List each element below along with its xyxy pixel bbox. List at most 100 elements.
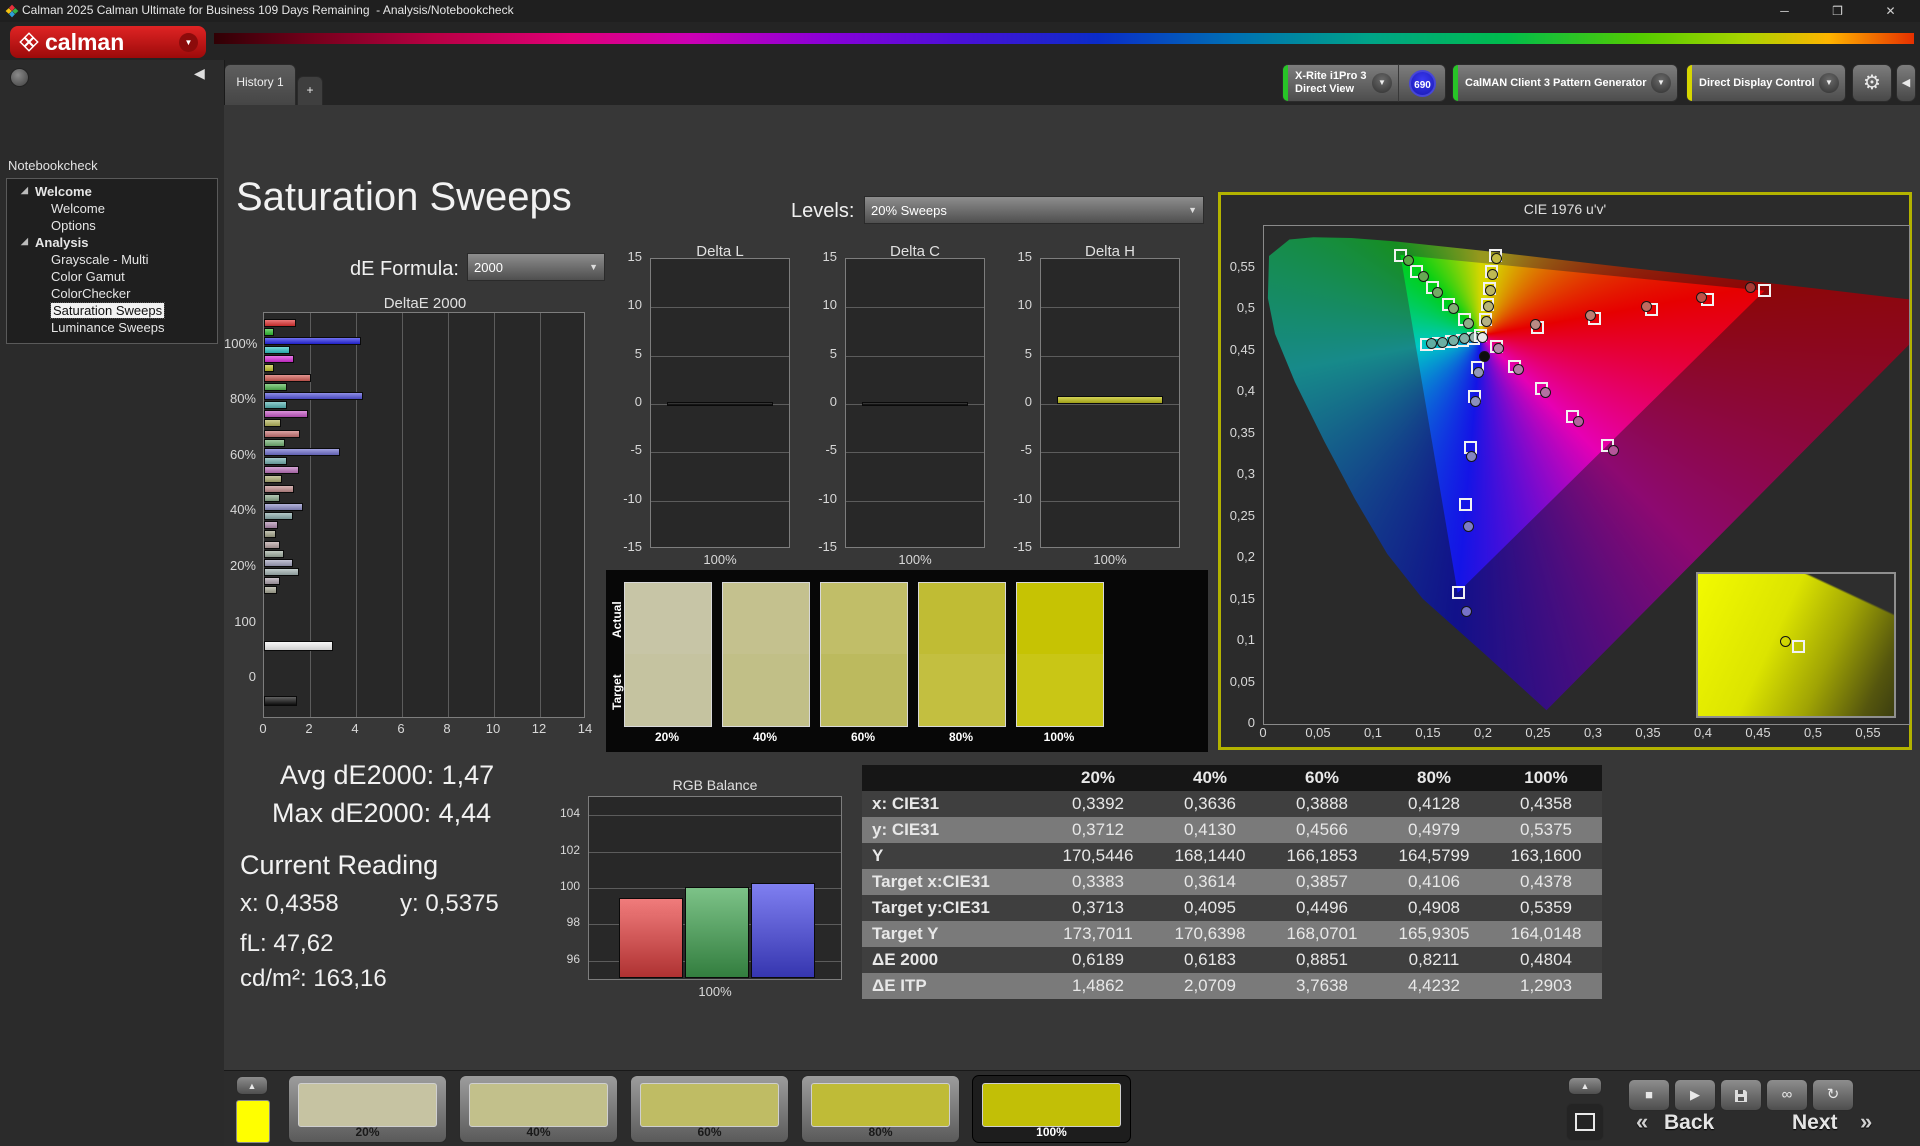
y-tick-label: -5 (612, 442, 642, 457)
tree-node-options[interactable]: Options (7, 217, 217, 234)
swatch-level-label: 100% (1016, 730, 1102, 744)
pattern-label: 100% (973, 1125, 1130, 1139)
gridline (846, 356, 984, 357)
calman-logo-menu[interactable]: calman ▼ (10, 26, 206, 58)
app-icon (5, 4, 19, 18)
pattern-button-60%[interactable]: 60% (630, 1075, 789, 1143)
tree-node-luminance-sweeps[interactable]: Luminance Sweeps (7, 319, 217, 336)
x-tick-label: 0,35 (1630, 725, 1666, 740)
history-tab-label: History 1 (236, 75, 283, 89)
display-control-dropdown[interactable]: Direct Display Control ▼ (1686, 64, 1846, 102)
row-label: y: CIE31 (862, 817, 1042, 843)
column-header (862, 765, 1042, 791)
y-tick-label: 0 (612, 394, 642, 409)
meter-status-stripe (1283, 65, 1288, 101)
sidebar-collapse-icon[interactable]: ◀ (194, 65, 205, 82)
link-button[interactable]: ∞ (1766, 1079, 1808, 1111)
refresh-button[interactable]: ↻ (1812, 1079, 1854, 1111)
meter-dropdown[interactable]: X-Rite i1Pro 3 Direct View ▼ (1282, 64, 1398, 102)
cell-value: 3,7638 (1266, 973, 1378, 999)
x-tick-label: 0,3 (1575, 725, 1611, 740)
cell-value: 0,8851 (1266, 947, 1378, 973)
magenta-measured-point (1513, 364, 1524, 375)
cell-value: 0,3614 (1154, 869, 1266, 895)
toolbar: History 1 + X-Rite i1Pro 3 Direct View ▼… (0, 60, 1920, 105)
table-row: x: CIE310,33920,36360,38880,41280,4358 (862, 791, 1602, 817)
deltae-bar (264, 512, 293, 520)
tab-history-1[interactable]: History 1 (224, 64, 296, 106)
de-formula-dropdown[interactable]: 2000 ▼ (467, 253, 605, 281)
pattern-button-80%[interactable]: 80% (801, 1075, 960, 1143)
tree-node-welcome[interactable]: ◢Welcome (7, 183, 217, 200)
cie-chart-panel[interactable]: CIE 1976 u'v' 00,050,10,150,20,250,30,35… (1218, 192, 1912, 750)
rgb-balance-title: RGB Balance (588, 777, 842, 793)
gridline (651, 307, 789, 308)
tree-node-welcome[interactable]: Welcome (7, 200, 217, 217)
save-button[interactable] (1720, 1079, 1762, 1111)
gridline (1041, 452, 1179, 453)
cie-x-labels: 00,050,10,150,20,250,30,350,40,450,50,55 (1263, 725, 1908, 741)
back-chevron-icon[interactable]: « (1636, 1109, 1648, 1135)
y-tick-label: 0,05 (1221, 674, 1255, 689)
tree-node-color-gamut[interactable]: Color Gamut (7, 268, 217, 285)
yellow-measured-point (1491, 253, 1502, 264)
pattern-button-100%[interactable]: 100% (972, 1075, 1131, 1143)
levels-dropdown[interactable]: 20% Sweeps ▼ (864, 196, 1204, 224)
generator-status-stripe (1453, 65, 1458, 101)
gridline (846, 307, 984, 308)
transport-up-button[interactable]: ▲ (1568, 1077, 1602, 1095)
current-reading-heading: Current Reading (240, 850, 438, 881)
pattern-swatch (982, 1083, 1121, 1127)
meter-reading-badge: 690 (1409, 70, 1436, 97)
delta-bar (1057, 396, 1163, 404)
deltae-bar (264, 550, 284, 558)
pattern-generator-dropdown[interactable]: CalMAN Client 3 Pattern Generator ▼ (1452, 64, 1678, 102)
y-tick-label: 0,15 (1221, 591, 1255, 606)
chevron-down-icon[interactable]: ▼ (1651, 73, 1671, 93)
current-cdm2: cd/m²: 163,16 (240, 965, 387, 993)
layout-button[interactable] (1566, 1103, 1604, 1141)
tree-node-analysis[interactable]: ◢Analysis (7, 234, 217, 251)
deltae-bar (264, 641, 333, 651)
pattern-button-20%[interactable]: 20% (288, 1075, 447, 1143)
x-tick-label: 0,05 (1300, 725, 1336, 740)
tree-node-grayscale---multi[interactable]: Grayscale - Multi (7, 251, 217, 268)
calman-diamond-icon (18, 31, 40, 53)
cell-value: 0,3857 (1266, 869, 1378, 895)
logo-dropdown-arrow-icon[interactable]: ▼ (179, 33, 198, 52)
tree-node-saturation-sweeps[interactable]: Saturation Sweeps (7, 302, 217, 319)
pattern-button-40%[interactable]: 40% (459, 1075, 618, 1143)
pattern-label: 20% (289, 1125, 446, 1139)
play-button[interactable]: ▶ (1674, 1079, 1716, 1111)
current-pattern-swatch[interactable] (236, 1100, 270, 1143)
maximize-button[interactable]: ❒ (1815, 0, 1860, 22)
back-button[interactable]: Back (1664, 1111, 1714, 1135)
add-tab-button[interactable]: + (297, 76, 323, 106)
settings-button[interactable]: ⚙ (1852, 64, 1892, 102)
deltae-chart-title: DeltaE 2000 (264, 295, 586, 312)
red-target-point (1758, 284, 1771, 297)
y-tick-label: 100 (224, 614, 256, 629)
close-button[interactable]: ✕ (1868, 0, 1913, 22)
pattern-column-up-button[interactable]: ▲ (236, 1076, 268, 1095)
levels-value: 20% Sweeps (871, 203, 947, 218)
cell-value: 0,4908 (1378, 895, 1490, 921)
cyan-measured-point (1448, 335, 1459, 346)
y-tick-label: 10 (807, 297, 837, 312)
stop-icon: ■ (1645, 1087, 1653, 1102)
collapse-panel-button[interactable]: ◀ (1896, 64, 1916, 102)
tree-node-colorchecker[interactable]: ColorChecker (7, 285, 217, 302)
y-tick-label: 96 (550, 952, 580, 966)
gridline (1041, 356, 1179, 357)
chevron-down-icon[interactable]: ▼ (1372, 73, 1392, 93)
de-formula-value: 2000 (474, 260, 503, 275)
column-header: 20% (1042, 765, 1154, 791)
sidebar-radio-icon[interactable] (10, 68, 29, 87)
chevron-down-icon[interactable]: ▼ (1819, 73, 1839, 93)
next-button[interactable]: Next (1792, 1111, 1838, 1135)
minimize-button[interactable]: ─ (1762, 0, 1807, 22)
y-tick-label: 0 (224, 669, 256, 684)
stop-button[interactable]: ■ (1628, 1079, 1670, 1111)
y-tick-label: 15 (1002, 249, 1032, 264)
next-chevron-icon[interactable]: » (1860, 1109, 1872, 1135)
